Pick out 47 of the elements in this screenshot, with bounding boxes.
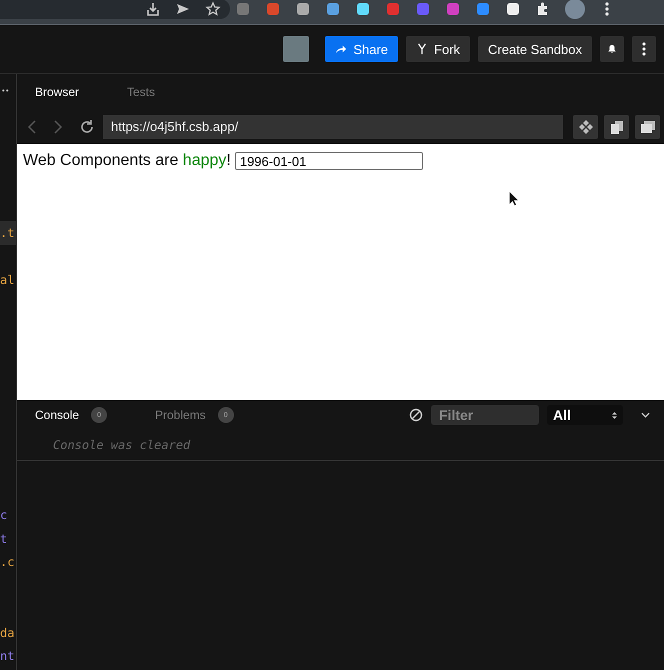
level-select[interactable]: All <box>547 405 623 425</box>
share-button[interactable]: Share <box>325 36 398 62</box>
reload-icon[interactable] <box>79 118 95 134</box>
send-icon[interactable] <box>175 1 191 17</box>
avatar[interactable] <box>283 36 310 62</box>
copy-icon <box>608 118 624 134</box>
chevron-icon[interactable] <box>641 412 650 418</box>
fork-button[interactable]: Fork <box>406 36 470 62</box>
code-fragment: .t <box>0 225 14 242</box>
fork-icon <box>416 43 428 55</box>
code-fragment: t <box>0 530 8 548</box>
code-fragment: c <box>0 507 8 524</box>
bell-icon <box>607 43 617 55</box>
code-fragment: al <box>0 272 14 289</box>
window-icon <box>640 118 656 134</box>
share-arrow-icon <box>335 43 348 55</box>
clear-icon[interactable] <box>409 408 423 422</box>
date-input[interactable]: 1996-01-01 <box>234 152 423 170</box>
preview-tab[interactable]: Browser <box>35 84 127 98</box>
filter-field[interactable]: Filter <box>431 405 539 425</box>
layout-button[interactable] <box>573 114 598 138</box>
forward-icon[interactable] <box>53 120 63 134</box>
avatar[interactable] <box>565 0 585 19</box>
more-button[interactable] <box>632 36 656 62</box>
code-fragment: .c <box>0 554 14 571</box>
back-icon[interactable] <box>27 120 37 134</box>
code-fragment: nt <box>0 648 14 665</box>
star-icon[interactable] <box>205 1 221 17</box>
new-window-button[interactable] <box>635 114 660 138</box>
diamond-icon <box>578 118 594 134</box>
url-field[interactable]: https://o4j5hf.csb.app/ <box>103 114 563 138</box>
page-text: Web Components are happy! <box>23 152 231 170</box>
extension-icon[interactable] <box>505 1 521 17</box>
code-fragment: da <box>0 624 14 642</box>
sort-arrows-icon <box>612 410 617 420</box>
download-icon[interactable] <box>145 1 161 17</box>
more-icon <box>642 42 646 56</box>
extension-icon[interactable] <box>325 1 341 17</box>
mouse-cursor-icon <box>508 190 519 207</box>
notifications-button[interactable] <box>600 36 624 62</box>
extension-icon[interactable] <box>295 1 311 17</box>
create-sandbox-button[interactable]: Create Sandbox <box>478 36 592 62</box>
console-message: Console was cleared <box>17 430 664 461</box>
copy-button[interactable] <box>604 114 629 138</box>
extension-icon[interactable] <box>355 1 371 17</box>
more-icon[interactable] <box>2 89 9 92</box>
preview-tab[interactable]: Tests <box>127 84 219 98</box>
